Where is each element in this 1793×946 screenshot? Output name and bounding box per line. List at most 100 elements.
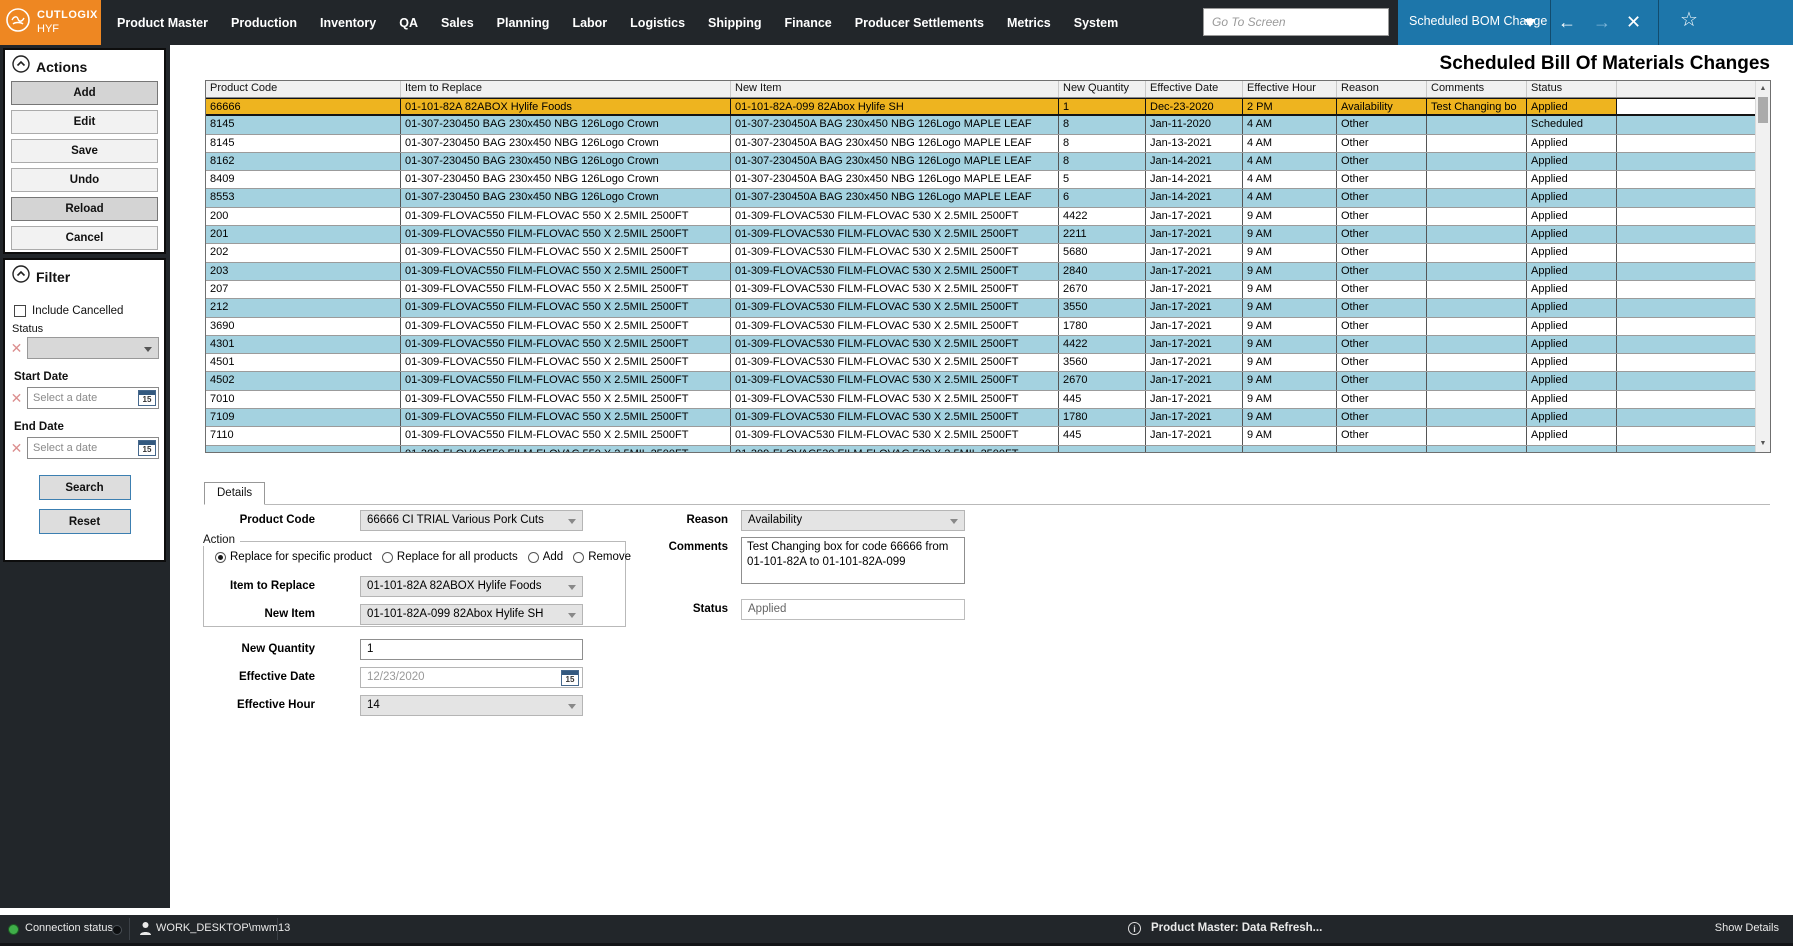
- goto-screen-input[interactable]: [1203, 8, 1389, 36]
- table-row[interactable]: 20301-309-FLOVAC550 FILM-FLOVAC 550 X 2.…: [206, 263, 1757, 281]
- menu-item-finance[interactable]: Finance: [785, 16, 832, 30]
- collapse-chevron-icon[interactable]: [12, 55, 30, 78]
- table-row[interactable]: 814501-307-230450 BAG 230x450 NBG 126Log…: [206, 135, 1757, 153]
- comments-textarea[interactable]: Test Changing box for code 66666 from 01…: [741, 537, 965, 584]
- show-details-link[interactable]: Show Details: [1715, 922, 1779, 934]
- forward-arrow-icon[interactable]: →: [1593, 10, 1611, 34]
- column-header-new-item[interactable]: New Item: [731, 81, 1059, 97]
- table-row[interactable]: 701001-309-FLOVAC550 FILM-FLOVAC 550 X 2…: [206, 391, 1757, 409]
- favorite-star-icon[interactable]: ☆: [1680, 8, 1698, 32]
- reason-dropdown[interactable]: Availability: [741, 510, 965, 531]
- start-date-input[interactable]: Select a date 15: [27, 387, 159, 409]
- menu-item-producer-settlements[interactable]: Producer Settlements: [855, 16, 984, 30]
- add-button[interactable]: Add: [11, 81, 158, 105]
- grid-cell: Applied: [1527, 135, 1617, 152]
- new-quantity-input[interactable]: 1: [360, 639, 583, 660]
- menu-item-production[interactable]: Production: [231, 16, 297, 30]
- save-button[interactable]: Save: [11, 139, 158, 163]
- collapse-chevron-icon[interactable]: [12, 265, 30, 288]
- vertical-scrollbar[interactable]: ▲ ▼: [1755, 81, 1770, 452]
- scroll-up-icon[interactable]: ▲: [1756, 82, 1770, 96]
- column-header-product-code[interactable]: Product Code: [206, 81, 401, 97]
- table-row[interactable]: 816201-307-230450 BAG 230x450 NBG 126Log…: [206, 153, 1757, 171]
- table-row[interactable]: 814501-307-230450 BAG 230x450 NBG 126Log…: [206, 116, 1757, 134]
- calendar-icon[interactable]: 15: [138, 390, 156, 406]
- menu-item-labor[interactable]: Labor: [572, 16, 607, 30]
- filter-panel-header[interactable]: Filter: [5, 260, 164, 291]
- product-code-dropdown[interactable]: 66666 CI TRIAL Various Pork Cuts: [360, 510, 583, 531]
- menu-item-system[interactable]: System: [1074, 16, 1118, 30]
- grid-cell: 01-307-230450A BAG 230x450 NBG 126Logo M…: [731, 189, 1059, 206]
- column-header-effective-hour[interactable]: Effective Hour: [1243, 81, 1337, 97]
- radio-replace-for-all-products[interactable]: Replace for all products: [382, 551, 518, 563]
- column-header-new-quantity[interactable]: New Quantity: [1059, 81, 1146, 97]
- undo-button[interactable]: Undo: [11, 168, 158, 192]
- table-row[interactable]: 20101-309-FLOVAC550 FILM-FLOVAC 550 X 2.…: [206, 226, 1757, 244]
- column-header-effective-date[interactable]: Effective Date: [1146, 81, 1243, 97]
- radio-remove[interactable]: Remove: [573, 551, 631, 563]
- table-row[interactable]: 20701-309-FLOVAC550 FILM-FLOVAC 550 X 2.…: [206, 281, 1757, 299]
- cancel-button[interactable]: Cancel: [11, 226, 158, 250]
- grid-cell: 01-307-230450 BAG 230x450 NBG 126Logo Cr…: [401, 171, 731, 188]
- actions-panel-header[interactable]: Actions: [5, 50, 164, 81]
- effective-hour-dropdown[interactable]: 14: [360, 695, 583, 716]
- table-row[interactable]: 20201-309-FLOVAC550 FILM-FLOVAC 550 X 2.…: [206, 244, 1757, 262]
- table-row[interactable]: 6666601-101-82A 82ABOX Hylife Foods01-10…: [206, 98, 1757, 116]
- menu-item-inventory[interactable]: Inventory: [320, 16, 376, 30]
- menu-item-logistics[interactable]: Logistics: [630, 16, 685, 30]
- brand-name: CUTLOGIX: [37, 9, 98, 23]
- end-date-input[interactable]: Select a date 15: [27, 437, 159, 459]
- table-row[interactable]: 01-309-FLOVAC550 FILM-FLOVAC 550 X 2.5MI…: [206, 446, 1757, 453]
- reset-button[interactable]: Reset: [39, 509, 131, 534]
- grid-cell: [1427, 208, 1527, 225]
- table-row[interactable]: 450101-309-FLOVAC550 FILM-FLOVAC 550 X 2…: [206, 354, 1757, 372]
- table-row[interactable]: 855301-307-230450 BAG 230x450 NBG 126Log…: [206, 189, 1757, 207]
- table-row[interactable]: 711001-309-FLOVAC550 FILM-FLOVAC 550 X 2…: [206, 427, 1757, 445]
- menu-item-sales[interactable]: Sales: [441, 16, 474, 30]
- table-row[interactable]: 430101-309-FLOVAC550 FILM-FLOVAC 550 X 2…: [206, 336, 1757, 354]
- menu-item-planning[interactable]: Planning: [497, 16, 550, 30]
- back-arrow-icon[interactable]: ←: [1558, 10, 1576, 34]
- menu-item-qa[interactable]: QA: [399, 16, 418, 30]
- table-row[interactable]: 840901-307-230450 BAG 230x450 NBG 126Log…: [206, 171, 1757, 189]
- calendar-icon[interactable]: 15: [138, 440, 156, 456]
- effective-date-input[interactable]: 12/23/2020 15: [360, 667, 583, 688]
- table-row[interactable]: 710901-309-FLOVAC550 FILM-FLOVAC 550 X 2…: [206, 409, 1757, 427]
- grid-cell: 01-101-82A 82ABOX Hylife Foods: [401, 99, 731, 114]
- menu-item-product-master[interactable]: Product Master: [117, 16, 208, 30]
- include-cancelled-checkbox[interactable]: [14, 305, 26, 317]
- left-sidebar: Actions Add Edit Save Undo Reload Cancel Filt…: [0, 45, 170, 908]
- scrollbar-thumb[interactable]: [1758, 97, 1768, 123]
- clear-filter-icon[interactable]: ✕: [8, 440, 25, 457]
- clear-filter-icon[interactable]: ✕: [8, 390, 25, 407]
- close-icon[interactable]: ✕: [1626, 10, 1641, 34]
- tab-details[interactable]: Details: [204, 482, 265, 505]
- table-row[interactable]: 369001-309-FLOVAC550 FILM-FLOVAC 550 X 2…: [206, 318, 1757, 336]
- column-header-filler: [1617, 81, 1757, 97]
- new-item-dropdown[interactable]: 01-101-82A-099 82Abox Hylife SH: [360, 604, 583, 625]
- reload-button[interactable]: Reload: [11, 197, 158, 221]
- clear-filter-icon[interactable]: ✕: [8, 340, 25, 357]
- status-filter-dropdown[interactable]: [27, 337, 159, 359]
- calendar-icon[interactable]: 15: [561, 670, 579, 686]
- table-row[interactable]: 21201-309-FLOVAC550 FILM-FLOVAC 550 X 2.…: [206, 299, 1757, 317]
- column-header-comments[interactable]: Comments: [1427, 81, 1527, 97]
- column-header-status[interactable]: Status: [1527, 81, 1617, 97]
- scroll-down-icon[interactable]: ▼: [1756, 437, 1770, 451]
- grid-cell: 01-309-FLOVAC530 FILM-FLOVAC 530 X 2.5MI…: [731, 446, 1059, 453]
- item-to-replace-dropdown[interactable]: 01-101-82A 82ABOX Hylife Foods: [360, 576, 583, 597]
- menu-item-shipping[interactable]: Shipping: [708, 16, 761, 30]
- column-header-item-to-replace[interactable]: Item to Replace: [401, 81, 731, 97]
- edit-button[interactable]: Edit: [11, 110, 158, 134]
- status-field[interactable]: Applied: [741, 599, 965, 620]
- column-header-reason[interactable]: Reason: [1337, 81, 1427, 97]
- user-icon: [139, 921, 152, 939]
- status-filter-row: ✕: [8, 337, 159, 359]
- radio-add[interactable]: Add: [528, 551, 563, 563]
- radio-replace-for-specific-product[interactable]: Replace for specific product: [215, 551, 372, 563]
- table-row[interactable]: 20001-309-FLOVAC550 FILM-FLOVAC 550 X 2.…: [206, 208, 1757, 226]
- menu-item-metrics[interactable]: Metrics: [1007, 16, 1051, 30]
- chevron-down-icon[interactable]: [1524, 19, 1536, 33]
- search-button[interactable]: Search: [39, 475, 131, 500]
- table-row[interactable]: 450201-309-FLOVAC550 FILM-FLOVAC 550 X 2…: [206, 372, 1757, 390]
